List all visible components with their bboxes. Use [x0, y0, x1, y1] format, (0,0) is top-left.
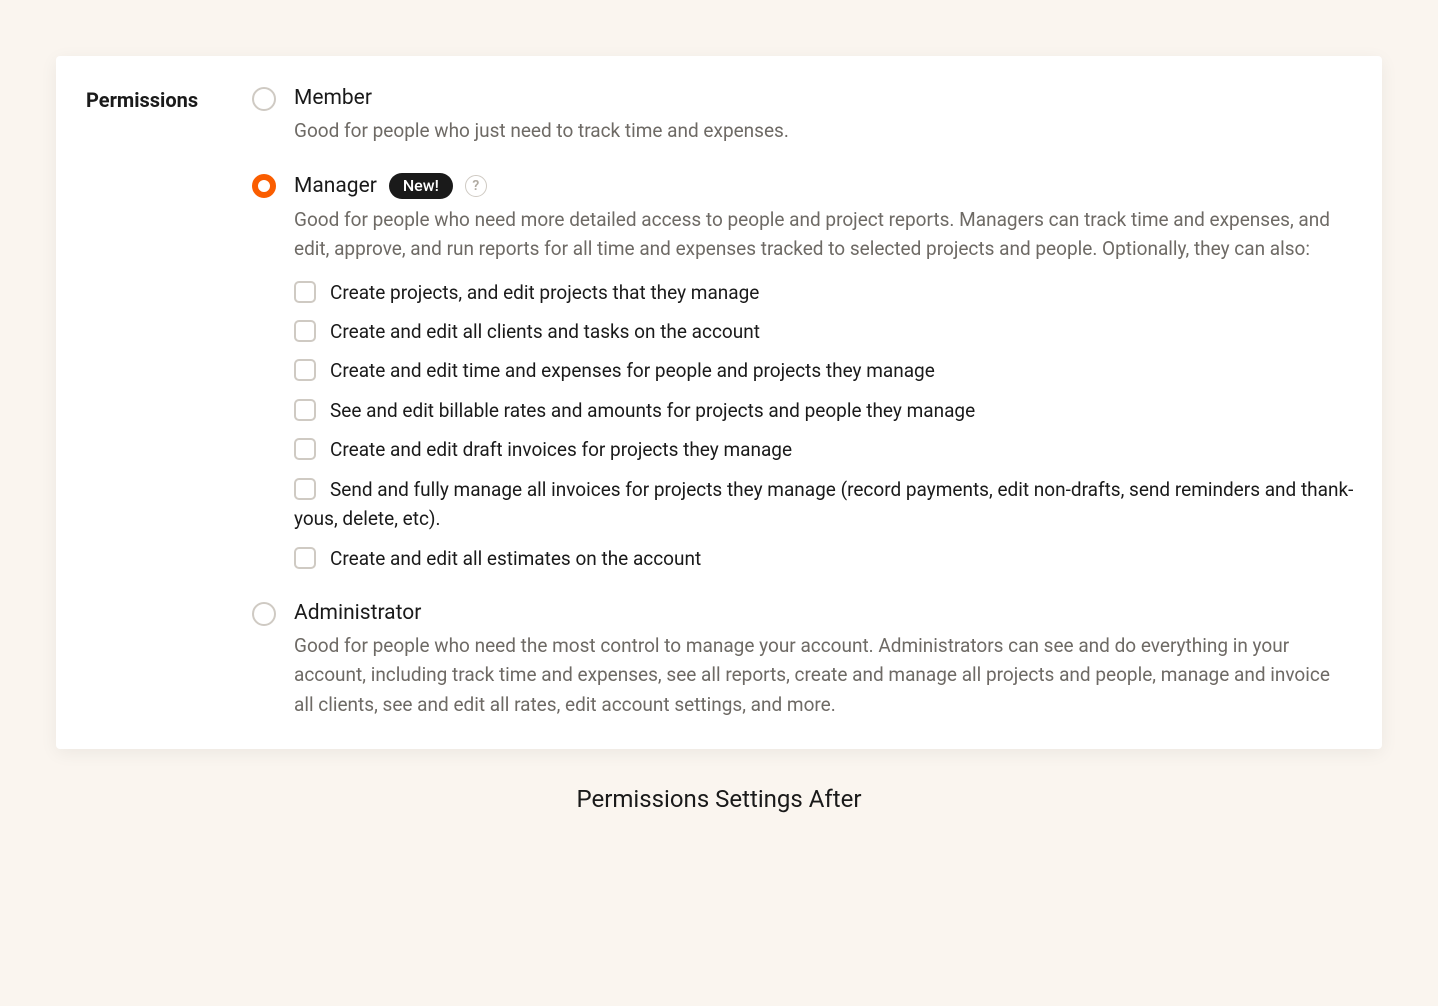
- manager-option-label: Send and fully manage all invoices for p…: [294, 478, 1353, 530]
- section-label: Permissions: [86, 86, 216, 719]
- permissions-card: Permissions Member Good for people who j…: [56, 56, 1382, 749]
- checkbox-icon[interactable]: [294, 399, 316, 421]
- role-title-administrator: Administrator: [294, 601, 421, 625]
- option-body: Manager New! ? Good for people who need …: [294, 173, 1354, 573]
- role-title-manager: Manager: [294, 174, 377, 198]
- radio-administrator[interactable]: [252, 602, 276, 626]
- figure-caption: Permissions Settings After: [56, 785, 1382, 813]
- role-option-administrator[interactable]: Administrator Good for people who need t…: [252, 601, 1354, 719]
- permission-options: Member Good for people who just need to …: [252, 86, 1354, 719]
- manager-option-row[interactable]: Create and edit all clients and tasks on…: [294, 317, 1354, 346]
- manager-option-label: Create projects, and edit projects that …: [330, 278, 759, 307]
- manager-option-label: See and edit billable rates and amounts …: [330, 396, 975, 425]
- role-description-member: Good for people who just need to track t…: [294, 116, 1354, 145]
- option-body: Member Good for people who just need to …: [294, 86, 1354, 145]
- checkbox-icon[interactable]: [294, 320, 316, 342]
- manager-option-row[interactable]: See and edit billable rates and amounts …: [294, 396, 1354, 425]
- option-title-row: Administrator: [294, 601, 1354, 625]
- role-option-manager[interactable]: Manager New! ? Good for people who need …: [252, 173, 1354, 573]
- new-badge: New!: [389, 173, 453, 198]
- checkbox-icon[interactable]: [294, 359, 316, 381]
- manager-option-row[interactable]: Send and fully manage all invoices for p…: [294, 475, 1354, 534]
- manager-option-label: Create and edit draft invoices for proje…: [330, 435, 792, 464]
- role-description-manager: Good for people who need more detailed a…: [294, 205, 1354, 264]
- manager-option-label: Create and edit all estimates on the acc…: [330, 544, 701, 573]
- manager-option-row[interactable]: Create and edit all estimates on the acc…: [294, 544, 1354, 573]
- option-body: Administrator Good for people who need t…: [294, 601, 1354, 719]
- manager-option-label: Create and edit time and expenses for pe…: [330, 356, 935, 385]
- manager-option-row[interactable]: Create and edit draft invoices for proje…: [294, 435, 1354, 464]
- option-title-row: Manager New! ?: [294, 173, 1354, 198]
- manager-option-row[interactable]: Create projects, and edit projects that …: [294, 278, 1354, 307]
- checkbox-icon[interactable]: [294, 547, 316, 569]
- manager-options-list: Create projects, and edit projects that …: [294, 278, 1354, 574]
- checkbox-icon[interactable]: [294, 281, 316, 303]
- radio-member[interactable]: [252, 87, 276, 111]
- checkbox-icon[interactable]: [294, 478, 316, 500]
- checkbox-icon[interactable]: [294, 438, 316, 460]
- option-title-row: Member: [294, 86, 1354, 110]
- radio-manager[interactable]: [252, 174, 276, 198]
- role-description-administrator: Good for people who need the most contro…: [294, 631, 1354, 719]
- help-icon[interactable]: ?: [465, 175, 487, 197]
- role-title-member: Member: [294, 86, 372, 110]
- manager-option-label: Create and edit all clients and tasks on…: [330, 317, 760, 346]
- manager-option-row[interactable]: Create and edit time and expenses for pe…: [294, 356, 1354, 385]
- role-option-member[interactable]: Member Good for people who just need to …: [252, 86, 1354, 145]
